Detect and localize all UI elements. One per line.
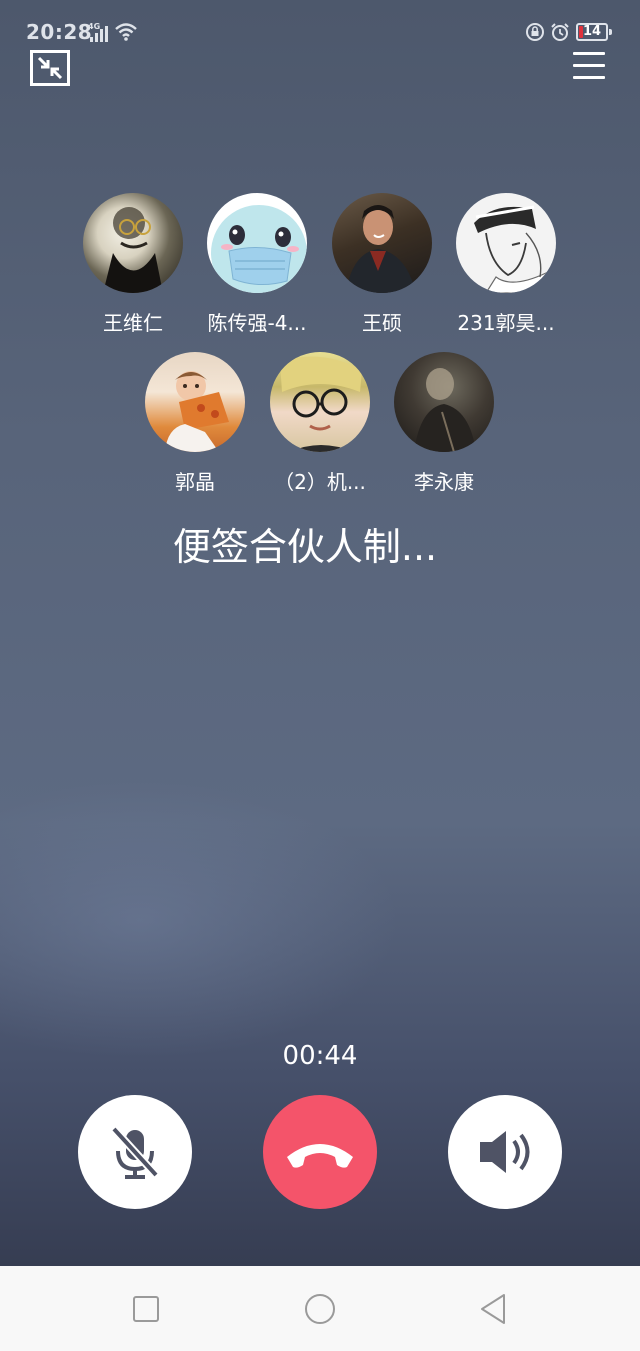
battery-level: 14 bbox=[582, 24, 602, 39]
alarm-icon bbox=[551, 23, 569, 41]
signal-icon bbox=[90, 26, 108, 42]
avatar bbox=[394, 352, 494, 452]
avatar bbox=[145, 352, 245, 452]
hangup-button[interactable] bbox=[263, 1095, 377, 1209]
participant-name: 郭晶 bbox=[175, 470, 215, 494]
rotation-lock-icon bbox=[526, 23, 544, 41]
participant[interactable]: 王硕 bbox=[317, 193, 447, 336]
participant-name: （2）机... bbox=[274, 470, 366, 494]
home-circle-icon[interactable] bbox=[302, 1288, 338, 1328]
navigation-bar bbox=[0, 1266, 640, 1351]
phone-hangup-icon bbox=[287, 1144, 353, 1168]
speaker-icon bbox=[480, 1131, 530, 1173]
participant-name: 李永康 bbox=[414, 470, 474, 494]
status-time: 20:28 bbox=[26, 20, 93, 44]
avatar bbox=[270, 352, 370, 452]
background-glow bbox=[0, 780, 400, 1060]
participant[interactable]: 王维仁 bbox=[68, 193, 198, 336]
participant-name: 陈传强-4... bbox=[207, 311, 307, 335]
back-triangle-icon[interactable] bbox=[478, 1288, 510, 1328]
participant[interactable]: 郭晶 bbox=[130, 352, 260, 495]
group-name: 便签合伙人制... bbox=[172, 525, 438, 569]
status-bar: 20:28 4G 14 bbox=[0, 0, 640, 64]
speaker-button[interactable] bbox=[448, 1095, 562, 1209]
recents-square-icon[interactable] bbox=[131, 1288, 161, 1328]
voice-call-screen: 20:28 4G 14 王维仁 陈传强-4... 王硕 231郭昊... 郭晶 … bbox=[0, 0, 640, 1266]
microphone-muted-icon bbox=[111, 1126, 159, 1179]
battery-icon: 14 bbox=[576, 23, 612, 41]
mute-button[interactable] bbox=[78, 1095, 192, 1209]
minimize-window-icon[interactable] bbox=[30, 50, 70, 86]
menu-icon[interactable] bbox=[573, 52, 607, 84]
avatar bbox=[456, 193, 556, 293]
avatar bbox=[332, 193, 432, 293]
participant-name: 王维仁 bbox=[103, 311, 163, 335]
participant[interactable]: （2）机... bbox=[255, 352, 385, 495]
participant-name: 231郭昊... bbox=[457, 311, 555, 335]
call-duration: 00:44 bbox=[282, 1041, 358, 1071]
avatar bbox=[83, 193, 183, 293]
avatar bbox=[207, 193, 307, 293]
participant[interactable]: 陈传强-4... bbox=[192, 193, 322, 336]
wifi-icon bbox=[115, 23, 137, 41]
participant-name: 王硕 bbox=[362, 311, 402, 335]
participant[interactable]: 李永康 bbox=[379, 352, 509, 495]
participant[interactable]: 231郭昊... bbox=[441, 193, 571, 336]
